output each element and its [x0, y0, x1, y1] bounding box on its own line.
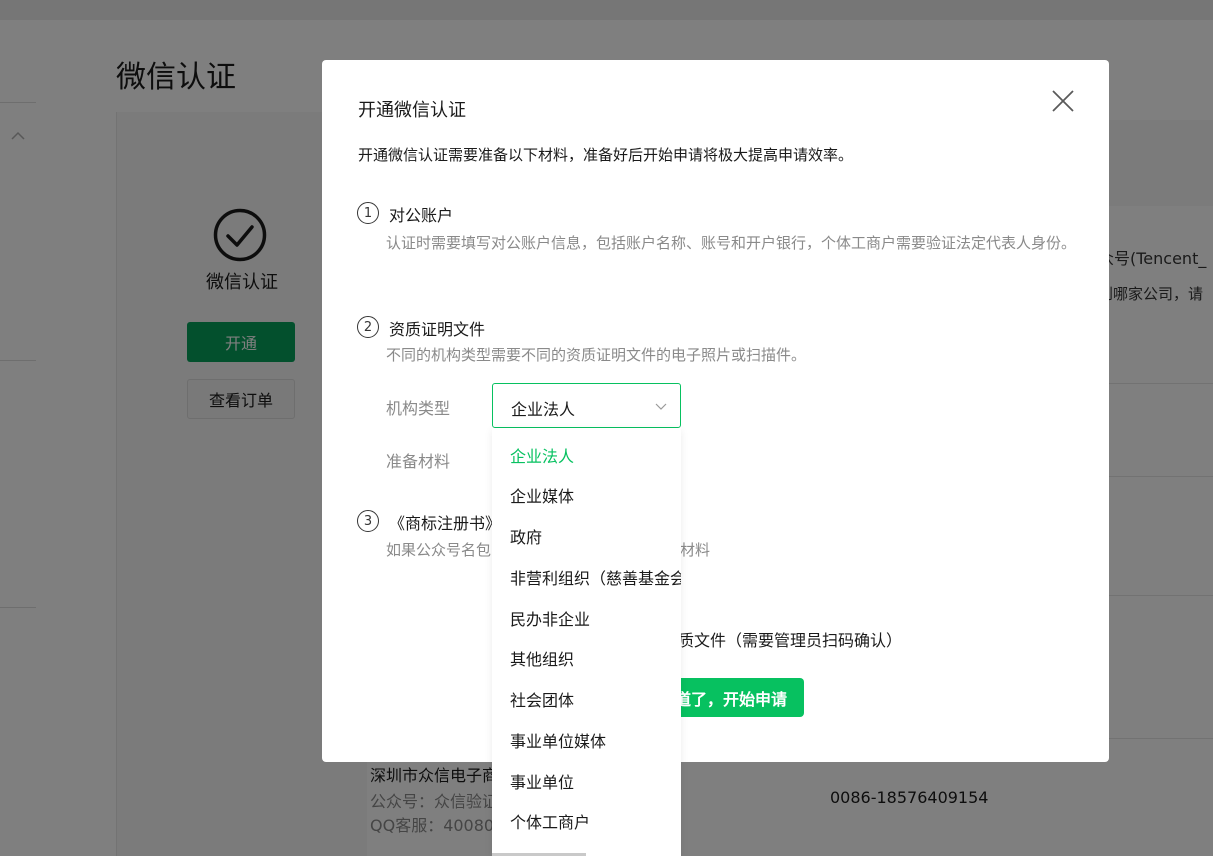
step-number: 1 [357, 202, 379, 224]
section-title-trademark: 《商标注册书》 [389, 514, 502, 533]
dropdown-option[interactable]: 社会团体 [492, 681, 681, 721]
step-number: 3 [357, 510, 379, 532]
section-desc-trademark-tail: 材料 [680, 541, 711, 559]
dropdown-option[interactable]: 政府 [492, 518, 681, 558]
org-type-value: 企业法人 [511, 400, 576, 419]
dropdown-option[interactable]: 事业单位媒体 [492, 722, 681, 762]
verification-dialog: 开通微信认证 开通微信认证需要准备以下材料，准备好后开始申请将极大提高申请效率。… [322, 60, 1109, 762]
org-type-dropdown: 企业法人 企业媒体 政府 非营利组织（慈善基金会 民办非企业 其他组织 社会团体… [492, 428, 681, 856]
confirm-checkbox-label[interactable]: 质文件（需要管理员扫码确认） [678, 627, 902, 651]
dropdown-option[interactable]: 其他组织 [492, 640, 681, 680]
section-desc-bank-account: 认证时需要填写对公账户信息，包括账户名称、账号和开户银行，个体工商户需要验证法定… [386, 234, 1077, 252]
dropdown-option[interactable]: 企业法人 [492, 437, 681, 477]
dialog-intro: 开通微信认证需要准备以下材料，准备好后开始申请将极大提高申请效率。 [358, 146, 854, 164]
chevron-down-icon [655, 403, 667, 410]
section-desc-qualification: 不同的机构类型需要不同的资质证明文件的电子照片或扫描件。 [386, 346, 807, 364]
dropdown-option[interactable]: 企业媒体 [492, 477, 681, 517]
close-icon[interactable] [1048, 86, 1078, 116]
materials-label: 准备材料 [386, 452, 451, 471]
section-desc-trademark: 如果公众号名包 [386, 541, 492, 559]
dropdown-option[interactable]: 非营利组织（慈善基金会 [492, 559, 681, 599]
org-type-label: 机构类型 [386, 399, 451, 418]
dropdown-option[interactable]: 个体工商户 [492, 803, 681, 843]
org-type-select[interactable]: 企业法人 [492, 383, 681, 428]
section-title-bank-account: 对公账户 [389, 206, 454, 225]
step-number: 2 [357, 316, 379, 338]
dropdown-option[interactable]: 民办非企业 [492, 600, 681, 640]
section-title-qualification: 资质证明文件 [389, 320, 486, 339]
dialog-title: 开通微信认证 [358, 100, 466, 121]
dropdown-option[interactable]: 事业单位 [492, 763, 681, 803]
